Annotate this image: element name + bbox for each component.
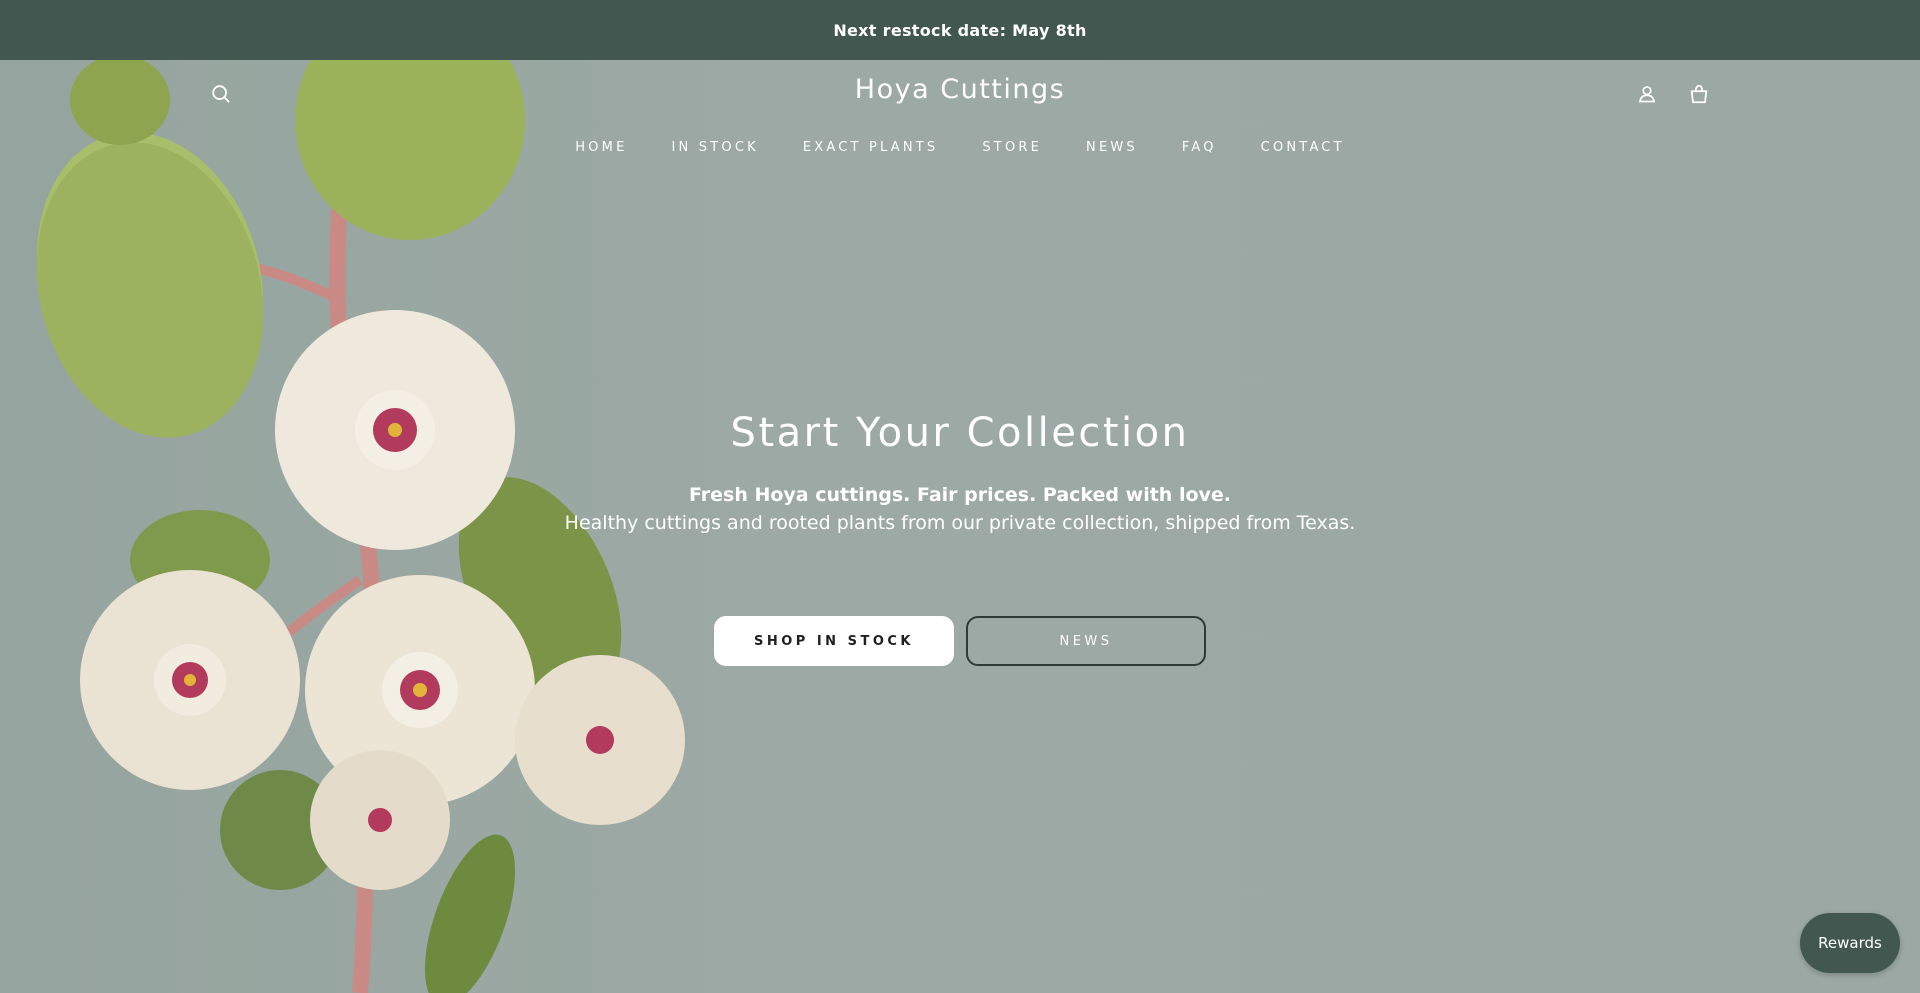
- nav-item-faq[interactable]: FAQ: [1160, 140, 1239, 155]
- hero-title: Start Your Collection: [730, 410, 1190, 456]
- bag-icon: [1690, 84, 1708, 104]
- nav-item-store[interactable]: STORE: [960, 140, 1064, 155]
- main-nav: HOME IN STOCK EXACT PLANTS STORE NEWS FA…: [0, 140, 1920, 155]
- account-button[interactable]: [1633, 80, 1661, 108]
- announcement-bar: Next restock date: May 8th: [0, 0, 1920, 60]
- hero-section: Hoya Cuttings HOME IN STOCK EXACT PLANTS…: [0, 60, 1920, 993]
- nav-item-news[interactable]: NEWS: [1064, 140, 1160, 155]
- news-button[interactable]: NEWS: [966, 616, 1206, 666]
- nav-item-in-stock[interactable]: IN STOCK: [650, 140, 781, 155]
- shop-in-stock-button[interactable]: SHOP IN STOCK: [714, 616, 954, 666]
- nav-item-exact-plants[interactable]: EXACT PLANTS: [781, 140, 961, 155]
- rewards-button[interactable]: Rewards: [1800, 913, 1900, 973]
- hero-subline: Healthy cuttings and rooted plants from …: [564, 512, 1356, 534]
- nav-item-home[interactable]: HOME: [553, 140, 649, 155]
- site-logo[interactable]: Hoya Cuttings: [0, 74, 1920, 105]
- cart-button[interactable]: [1685, 80, 1713, 108]
- hero-tagline: Fresh Hoya cuttings. Fair prices. Packed…: [688, 484, 1231, 506]
- nav-item-contact[interactable]: CONTACT: [1239, 140, 1367, 155]
- announcement-text: Next restock date: May 8th: [833, 20, 1087, 40]
- user-icon: [1638, 86, 1656, 103]
